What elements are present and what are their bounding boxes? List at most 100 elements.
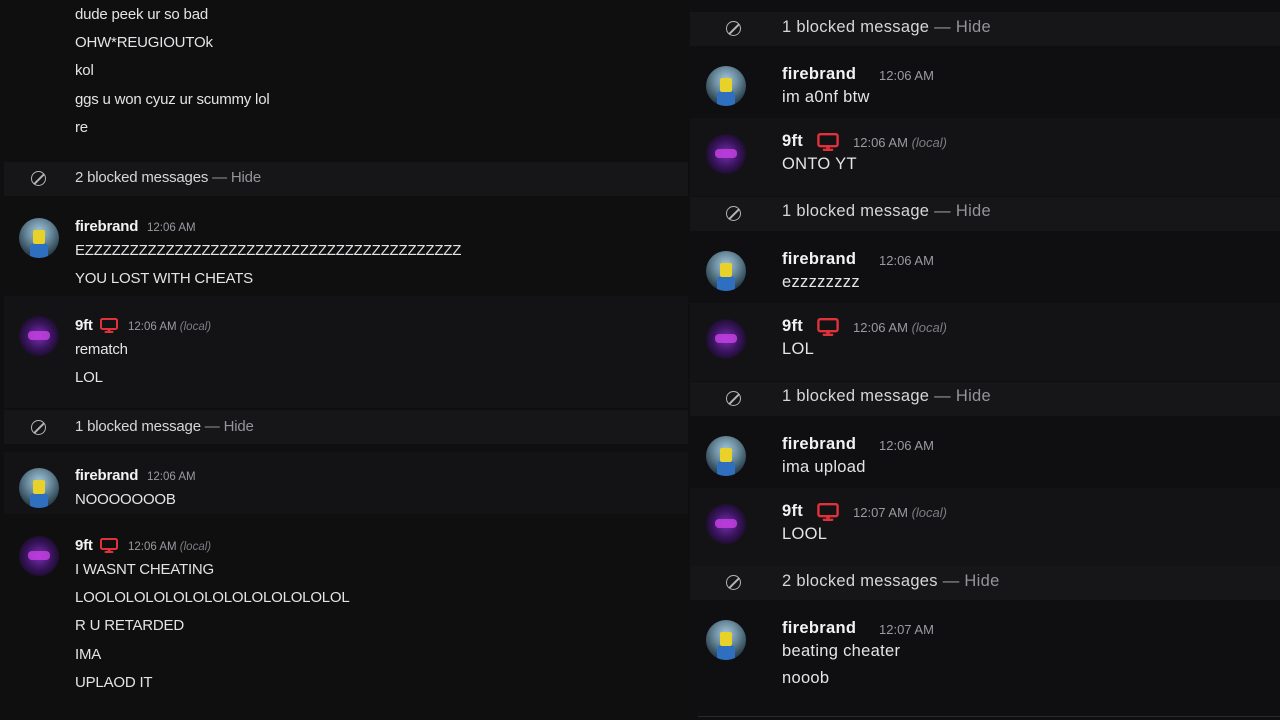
avatar-glow	[28, 551, 50, 560]
avatar[interactable]	[706, 504, 746, 544]
avatar-figure	[33, 230, 45, 244]
blocked-messages-text: 2 blocked messages — Hide	[75, 169, 261, 186]
message-line: beating cheater	[782, 642, 901, 660]
hide-link[interactable]: Hide	[956, 202, 991, 220]
blocked-icon	[31, 420, 46, 435]
message-line: kol	[75, 62, 94, 79]
blocked-icon	[31, 171, 46, 186]
username[interactable]: firebrand	[782, 435, 856, 454]
timestamp: 12:06 AM (local)	[128, 321, 212, 333]
message-group: 9ft 12:07 AM (local) LOOL	[690, 488, 1280, 566]
avatar-figure	[720, 448, 732, 462]
message-line: LOOLOLOLOLOLOLOLOLOLOLOLOLOL	[75, 589, 350, 606]
left-chat-pane: dude peek ur so bad OHW*REUGIOUTOk kol g…	[0, 0, 688, 720]
timestamp: 12:06 AM (local)	[853, 320, 947, 335]
monitor-icon	[817, 318, 839, 336]
blocked-messages-row[interactable]: 1 blocked message — Hide	[690, 197, 1280, 231]
message-line: ezzzzzzzz	[782, 273, 860, 291]
blocked-messages-text: 1 blocked message — Hide	[75, 418, 254, 435]
blocked-icon	[726, 391, 741, 406]
message-line: ima upload	[782, 458, 866, 476]
hide-link[interactable]: Hide	[231, 169, 261, 186]
message-group: 9ft 12:06 AM (local) LOL	[690, 303, 1280, 381]
message-line: nooob	[782, 669, 830, 687]
timestamp: 12:06 AM (local)	[128, 541, 212, 553]
blocked-icon	[726, 575, 741, 590]
blocked-messages-row[interactable]: 2 blocked messages — Hide	[690, 566, 1280, 600]
timestamp: 12:06 AM	[879, 253, 934, 268]
message-line: EZZZZZZZZZZZZZZZZZZZZZZZZZZZZZZZZZZZZZZZ…	[75, 242, 462, 259]
message-group: firebrand 12:07 AM beating cheater nooob	[690, 606, 1280, 696]
message-line: LOOL	[782, 525, 828, 543]
username[interactable]: 9ft	[782, 317, 803, 336]
blocked-messages-row[interactable]: 1 blocked message — Hide	[690, 382, 1280, 416]
avatar-shirt	[30, 243, 48, 258]
blocked-messages-text: 1 blocked message — Hide	[782, 202, 991, 220]
username[interactable]: firebrand	[75, 467, 138, 484]
avatar[interactable]	[19, 218, 59, 258]
username[interactable]: 9ft	[75, 537, 93, 554]
avatar-glow	[28, 331, 50, 340]
avatar[interactable]	[706, 66, 746, 106]
timestamp: 12:06 AM	[879, 438, 934, 453]
message-line: dude peek ur so bad	[75, 6, 208, 23]
hide-link[interactable]: Hide	[956, 387, 991, 405]
avatar-glow	[715, 334, 737, 343]
hide-link[interactable]: Hide	[224, 418, 254, 435]
blocked-messages-text: 1 blocked message — Hide	[782, 387, 991, 405]
avatar[interactable]	[706, 251, 746, 291]
message-line: re	[75, 119, 88, 136]
timestamp: 12:07 AM (local)	[853, 505, 947, 520]
message-line: rematch	[75, 341, 128, 358]
avatar[interactable]	[706, 620, 746, 660]
avatar[interactable]	[19, 316, 59, 356]
blocked-messages-row[interactable]: 1 blocked message — Hide	[4, 410, 688, 444]
avatar[interactable]	[19, 536, 59, 576]
monitor-icon	[100, 538, 118, 553]
username[interactable]: firebrand	[782, 619, 856, 638]
username[interactable]: 9ft	[75, 317, 93, 334]
username[interactable]: firebrand	[75, 218, 138, 235]
message-line: LOL	[782, 340, 815, 358]
message-line: OHW*REUGIOUTOk	[75, 34, 213, 51]
avatar-glow	[715, 519, 737, 528]
message-group: firebrand 12:06 AM EZZZZZZZZZZZZZZZZZZZZ…	[4, 206, 688, 294]
message-line: I WASNT CHEATING	[75, 561, 215, 578]
hide-link[interactable]: Hide	[964, 572, 999, 590]
timestamp: 12:06 AM	[147, 471, 196, 483]
hide-link[interactable]: Hide	[956, 18, 991, 36]
avatar-figure	[720, 78, 732, 92]
message-line: LOL	[75, 369, 103, 386]
message-group: 9ft 12:06 AM (local) rematch LOL	[4, 296, 688, 408]
username[interactable]: 9ft	[782, 502, 803, 521]
message-line: im a0nf btw	[782, 88, 870, 106]
username[interactable]: 9ft	[782, 132, 803, 151]
blocked-messages-row[interactable]: 1 blocked message — Hide	[690, 12, 1280, 46]
avatar-shirt	[30, 493, 48, 508]
avatar-figure	[33, 480, 45, 494]
timestamp: 12:07 AM	[879, 622, 934, 637]
message-group: firebrand 12:06 AM NOOOOOOOB	[4, 452, 688, 514]
avatar[interactable]	[706, 134, 746, 174]
username[interactable]: firebrand	[782, 65, 856, 84]
avatar-shirt	[717, 276, 735, 291]
avatar-figure	[720, 632, 732, 646]
right-chat-pane: 1 blocked message — Hide firebrand 12:06…	[688, 0, 1280, 720]
monitor-icon	[817, 133, 839, 151]
username[interactable]: firebrand	[782, 250, 856, 269]
message-group: firebrand 12:06 AM ima upload	[690, 422, 1280, 486]
avatar[interactable]	[706, 436, 746, 476]
message-line: ggs u won cyuz ur scummy lol	[75, 91, 270, 108]
message-group: 9ft 12:06 AM (local) ONTO YT	[690, 118, 1280, 196]
blocked-messages-row[interactable]: 2 blocked messages — Hide	[4, 162, 688, 196]
avatar[interactable]	[706, 319, 746, 359]
timestamp: 12:06 AM	[147, 222, 196, 234]
avatar[interactable]	[19, 468, 59, 508]
message-line: UPLAOD IT	[75, 674, 153, 691]
blocked-icon	[726, 206, 741, 221]
monitor-icon	[817, 503, 839, 521]
avatar-shirt	[717, 461, 735, 476]
message-line: IMA	[75, 646, 102, 663]
message-group: firebrand 12:06 AM ezzzzzzzz	[690, 237, 1280, 301]
avatar-shirt	[717, 645, 735, 660]
